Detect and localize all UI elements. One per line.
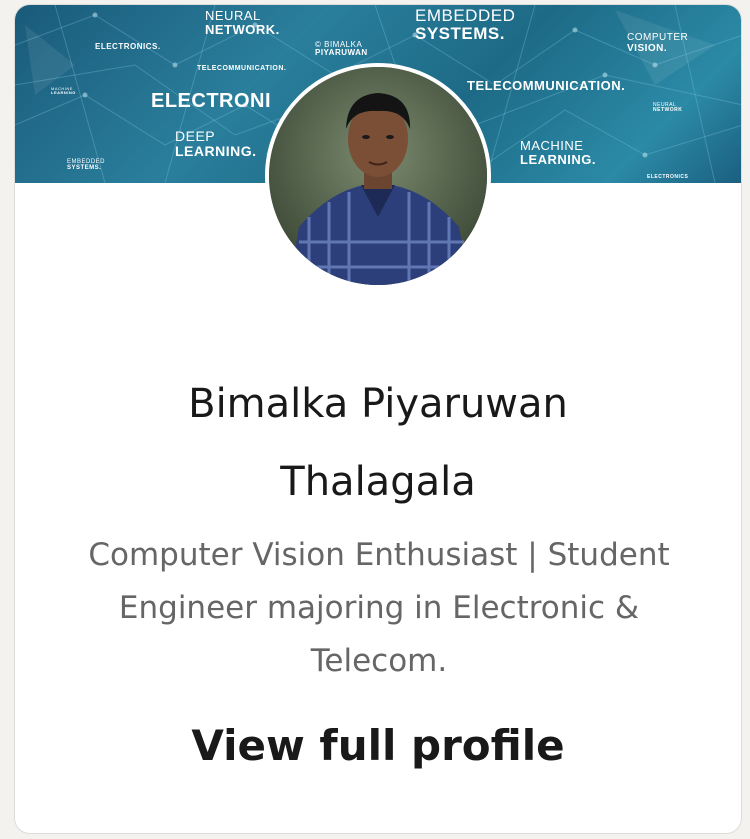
profile-headline-line1: Computer Vision Enthusiast | Student xyxy=(88,537,670,573)
banner-tag-neural-network: NEURAL NETWORK. xyxy=(205,8,280,37)
profile-headline-line3: Telecom. xyxy=(310,643,448,679)
profile-photo-image xyxy=(269,67,487,285)
profile-card[interactable]: NEURAL NETWORK. EMBEDDED SYSTEMS. ELECTRON… xyxy=(14,4,742,834)
banner-tag-telecommunication: TELECOMMUNICATION. xyxy=(467,78,626,93)
banner-tag-embedded-systems-small: EMBEDDED SYSTEMS. xyxy=(67,159,106,172)
banner-tag-machine-learning: MACHINE LEARNING. xyxy=(520,138,596,167)
banner-tag-neural-network-tiny: NEURAL NETWORK xyxy=(653,102,683,114)
banner-tag-electronics-large: ELECTRONI xyxy=(151,90,272,112)
banner-tag-copyright: © BIMALKA PIYARUWAN xyxy=(315,40,368,58)
banner-tag-electronics-small: ELECTRONICS. xyxy=(95,42,161,51)
banner-tag-machine-learning-tiny: MACHINE LEARNING xyxy=(51,86,76,96)
profile-name-line2: Thalagala xyxy=(280,459,476,505)
view-full-profile-link[interactable]: View full profile xyxy=(15,711,741,781)
banner-tag-electronics-tiny: ELECTRONICS xyxy=(647,174,689,180)
profile-headline: Computer Vision Enthusiast | Student Eng… xyxy=(45,529,713,688)
profile-headline-line2: Engineer majoring in Electronic & xyxy=(118,590,640,626)
banner-tag-telecommunication-small: TELECOMMUNICATION. xyxy=(197,65,287,72)
profile-name: Bimalka Piyaruwan Thalagala xyxy=(15,365,741,521)
banner-tag-deep-learning: DEEP LEARNING. xyxy=(175,128,257,159)
profile-photo[interactable] xyxy=(265,63,491,289)
profile-name-line1: Bimalka Piyaruwan xyxy=(188,381,568,427)
banner-tag-computer-vision: COMPUTER VISION. xyxy=(627,32,689,54)
banner-tag-embedded-systems: EMBEDDED SYSTEMS. xyxy=(415,6,516,43)
